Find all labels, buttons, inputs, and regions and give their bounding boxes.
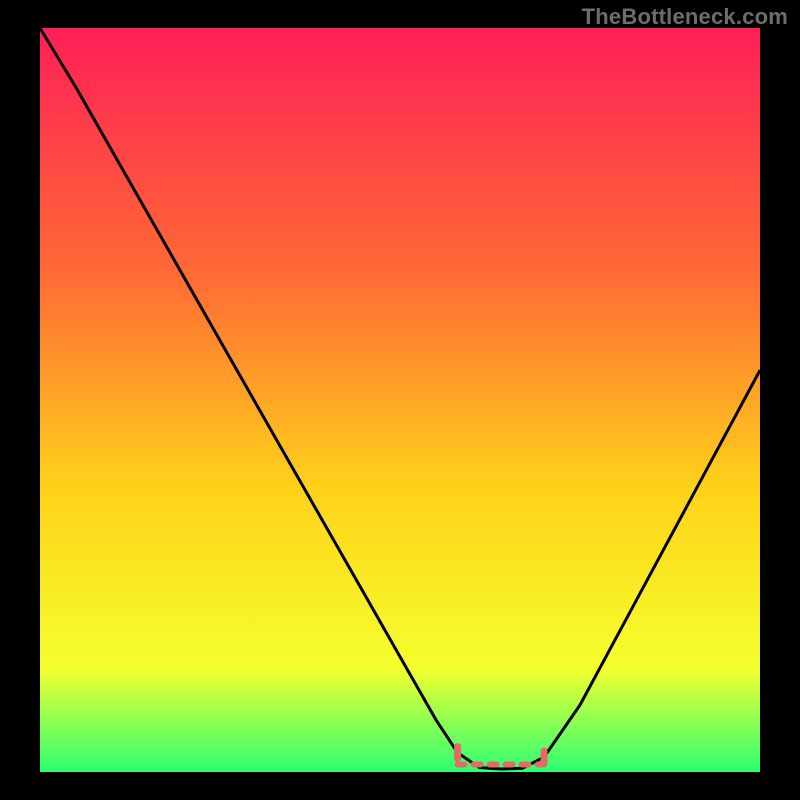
gradient-background (40, 28, 760, 772)
bottleneck-chart (40, 28, 760, 772)
chart-frame: TheBottleneck.com (0, 0, 800, 800)
attribution-text: TheBottleneck.com (582, 4, 788, 30)
